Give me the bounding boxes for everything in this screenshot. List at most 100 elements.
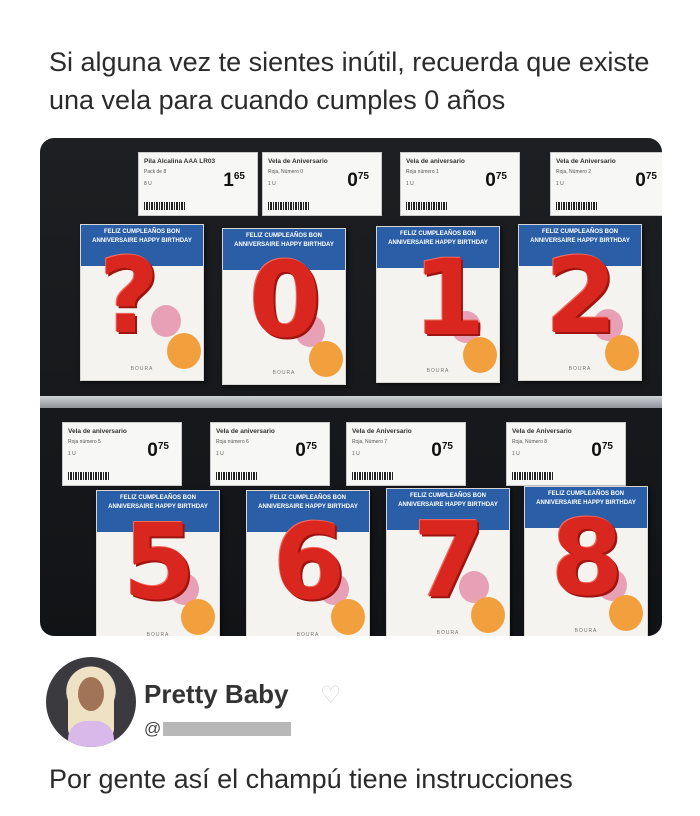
- candle-digit: 0: [249, 239, 322, 361]
- price-cents: 75: [305, 441, 317, 452]
- user-handle[interactable]: @: [144, 719, 292, 739]
- price-tag-detail: Roja, Número 8: [512, 439, 548, 445]
- price-tag-name: Vela de aniversario: [216, 428, 275, 435]
- price-tag: Vela de Aniversario Roja, Número 0 1 U 0…: [262, 152, 382, 216]
- price-value: 075: [295, 440, 317, 462]
- price-tag: Vela de Aniversario Roja, Número 2 1 U 0…: [550, 152, 662, 216]
- price-cents: 75: [645, 171, 657, 182]
- price-tag-detail: 1 U: [352, 451, 360, 457]
- price-value: 165: [223, 170, 245, 192]
- display-name[interactable]: Pretty Baby: [144, 679, 289, 710]
- price-cents: 75: [357, 171, 369, 182]
- price-tag-name: Pila Alcalina AAA LR03: [144, 158, 216, 165]
- candle-package: FELIZ CUMPLEAÑOS BON ANNIVERSAIRE HAPPY …: [524, 486, 648, 636]
- price-tag-detail: Roja, Número 2: [556, 169, 592, 175]
- avatar-clothing: [68, 721, 114, 747]
- price-tag-detail: 1 U: [406, 181, 414, 187]
- price-tag-detail: Roja, Número 7: [352, 439, 388, 445]
- price-value: 075: [635, 170, 657, 192]
- candle-package: FELIZ CUMPLEAÑOS BON ANNIVERSAIRE HAPPY …: [376, 226, 500, 383]
- price-tag-detail: 1 U: [556, 181, 564, 187]
- price-tag: Vela de aniversario Roja número 5 1 U 07…: [62, 422, 182, 486]
- price-tag-name: Vela de Aniversario: [268, 158, 328, 165]
- candle-digit: 7: [413, 499, 486, 621]
- price-tag-detail: 8 U: [144, 181, 152, 187]
- candle-digit: 2: [545, 235, 618, 357]
- price-tag-detail: Roja, Número 0: [268, 169, 304, 175]
- brand-label: BOURA: [296, 632, 320, 636]
- barcode-icon: [216, 472, 258, 480]
- shelf-edge: [40, 396, 662, 408]
- comment-text: Por gente así el champú tiene instruccio…: [49, 764, 573, 794]
- price-tag: Vela de Aniversario Roja, Número 7 1 U 0…: [346, 422, 466, 486]
- barcode-icon: [512, 472, 554, 480]
- price-tag: Vela de aniversario Roja número 6 1 U 07…: [210, 422, 330, 486]
- price-tag: Vela de Aniversario Roja, Número 8 1 U 0…: [506, 422, 626, 486]
- avatar[interactable]: [46, 657, 136, 747]
- price-integer: 0: [591, 440, 602, 461]
- candle-package: FELIZ CUMPLEAÑOS BON ANNIVERSAIRE HAPPY …: [96, 490, 220, 636]
- candle-digit: 5: [123, 501, 196, 623]
- candle-package: FELIZ CUMPLEAÑOS BON ANNIVERSAIRE HAPPY …: [518, 224, 642, 381]
- candle-package: FELIZ CUMPLEAÑOS BON ANNIVERSAIRE HAPPY …: [80, 224, 204, 381]
- price-tag-detail: 1 U: [268, 181, 276, 187]
- price-tag-name: Vela de aniversario: [68, 428, 127, 435]
- price-value: 075: [431, 440, 453, 462]
- price-integer: 0: [347, 170, 358, 191]
- brand-label: BOURA: [426, 368, 450, 374]
- post-photo[interactable]: Pila Alcalina AAA LR03 Pack de 8 8 U 165…: [40, 138, 662, 636]
- candle-digit: 6: [273, 501, 346, 623]
- price-tag-detail: Roja número 5: [68, 439, 101, 445]
- price-integer: 0: [147, 440, 158, 461]
- price-cents: 65: [233, 171, 245, 182]
- candle-package: FELIZ CUMPLEAÑOS BON ANNIVERSAIRE HAPPY …: [246, 490, 370, 636]
- price-value: 075: [347, 170, 369, 192]
- price-tag-detail: Pack de 8: [144, 169, 167, 175]
- price-integer: 0: [635, 170, 646, 191]
- price-tag-detail: Roja número 1: [406, 169, 439, 175]
- candle-package: FELIZ CUMPLEAÑOS BON ANNIVERSAIRE HAPPY …: [386, 488, 510, 636]
- price-integer: 0: [431, 440, 442, 461]
- price-tag-detail: 1 U: [216, 451, 224, 457]
- price-cents: 75: [601, 441, 613, 452]
- price-integer: 1: [223, 170, 234, 191]
- barcode-icon: [556, 202, 598, 210]
- avatar-face: [78, 677, 104, 711]
- brand-label: BOURA: [436, 630, 460, 636]
- price-value: 075: [591, 440, 613, 462]
- white-heart-icon: ♡: [320, 682, 342, 709]
- price-tag: Vela de aniversario Roja número 1 1 U 07…: [400, 152, 520, 216]
- price-tag-name: Vela de Aniversario: [512, 428, 572, 435]
- price-cents: 75: [441, 441, 453, 452]
- price-cents: 75: [157, 441, 169, 452]
- candle-package: FELIZ CUMPLEAÑOS BON ANNIVERSAIRE HAPPY …: [222, 228, 346, 385]
- price-tag: Pila Alcalina AAA LR03 Pack de 8 8 U 165: [138, 152, 258, 216]
- price-tag-name: Vela de Aniversario: [352, 428, 412, 435]
- post-caption: Si alguna vez te sientes inútil, recuerd…: [49, 47, 650, 115]
- brand-label: BOURA: [574, 628, 598, 634]
- price-value: 075: [147, 440, 169, 462]
- brand-label: BOURA: [568, 366, 592, 372]
- candle-digit: 8: [551, 497, 624, 619]
- barcode-icon: [352, 472, 394, 480]
- price-integer: 0: [295, 440, 306, 461]
- price-integer: 0: [485, 170, 496, 191]
- handle-prefix: @: [144, 719, 162, 738]
- price-value: 075: [485, 170, 507, 192]
- price-tag-detail: Roja número 6: [216, 439, 249, 445]
- brand-label: BOURA: [146, 632, 170, 636]
- balloon-icon: [167, 333, 201, 369]
- price-tag-name: Vela de Aniversario: [556, 158, 616, 165]
- price-tag-detail: 1 U: [512, 451, 520, 457]
- candle-digit: 1: [413, 237, 486, 359]
- price-tag-name: Vela de aniversario: [406, 158, 465, 165]
- redacted-handle: [163, 722, 292, 736]
- brand-label: BOURA: [130, 366, 154, 372]
- barcode-icon: [268, 202, 310, 210]
- brand-label: BOURA: [272, 370, 296, 376]
- price-cents: 75: [495, 171, 507, 182]
- barcode-icon: [68, 472, 110, 480]
- candle-digit: ?: [99, 235, 160, 357]
- barcode-icon: [144, 202, 186, 210]
- barcode-icon: [406, 202, 448, 210]
